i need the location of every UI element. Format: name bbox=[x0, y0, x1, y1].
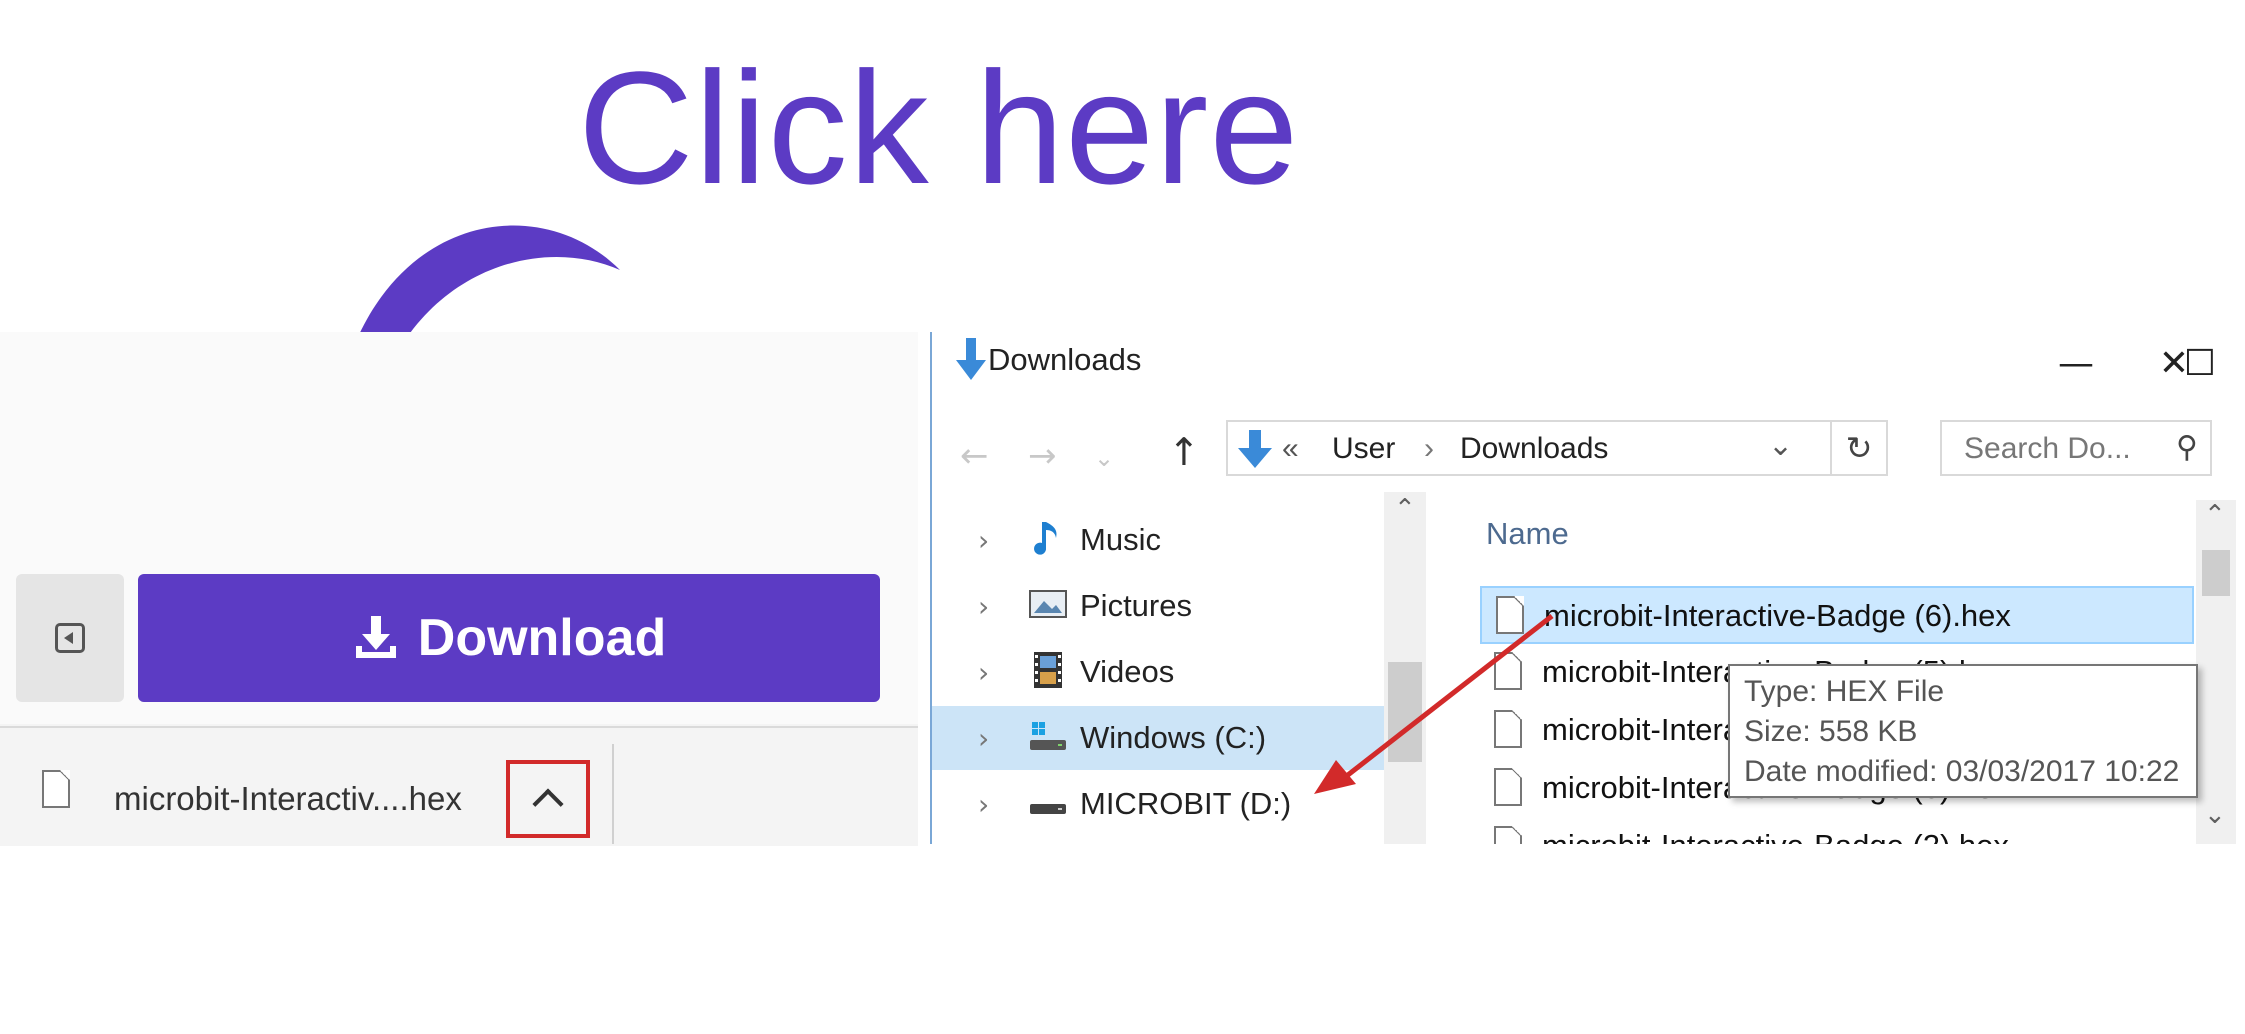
chevron-up-icon[interactable]: ⌃ bbox=[1394, 494, 1416, 524]
address-prefix: « bbox=[1282, 432, 1299, 465]
chevron-right-icon[interactable]: › bbox=[978, 590, 989, 623]
collapse-simulator-button[interactable] bbox=[16, 574, 124, 702]
chevron-down-icon[interactable]: ⌄ bbox=[1768, 428, 1793, 463]
shelf-divider bbox=[612, 744, 614, 844]
file-list-scrollbar[interactable]: ⌃ ⌄ bbox=[2196, 500, 2236, 844]
shelf-file-name[interactable]: microbit-Interactiv....hex bbox=[114, 780, 462, 818]
minimize-button[interactable]: — bbox=[2052, 346, 2100, 382]
chevron-right-icon[interactable]: › bbox=[978, 788, 989, 821]
address-segment-downloads[interactable]: Downloads bbox=[1460, 432, 1608, 466]
file-explorer-window: Downloads — ☐ ← → ⌄ ↑ « User › Downloads… bbox=[930, 332, 2242, 844]
search-icon: ⚲ bbox=[2176, 430, 2198, 465]
pictures-icon bbox=[1029, 590, 1067, 618]
address-separator: › bbox=[1424, 432, 1434, 465]
file-info-tooltip: Type: HEX File Size: 558 KB Date modifie… bbox=[1728, 664, 2198, 798]
chevron-up-icon[interactable]: ⌃ bbox=[2204, 500, 2226, 530]
file-name: microbit-Interactive-Badge (6).hex bbox=[1544, 598, 2011, 633]
up-button[interactable]: ↑ bbox=[1168, 430, 1200, 474]
videos-icon bbox=[1034, 652, 1062, 688]
tree-label: Videos bbox=[1080, 654, 1175, 689]
scroll-thumb[interactable] bbox=[2202, 550, 2230, 596]
downloads-arrow-icon bbox=[1238, 430, 1272, 468]
collapse-panel-icon bbox=[55, 623, 85, 653]
tree-label: Windows (C:) bbox=[1080, 720, 1267, 755]
usb-drive-icon bbox=[1030, 804, 1066, 814]
search-box[interactable]: Search Do... ⚲ bbox=[1940, 420, 2212, 476]
tree-item-music[interactable]: › Music bbox=[932, 508, 1386, 572]
music-icon bbox=[1034, 522, 1057, 555]
chevron-up-icon bbox=[532, 788, 564, 820]
address-bar[interactable]: « User › Downloads ⌄ bbox=[1226, 420, 1832, 476]
download-icon bbox=[355, 616, 396, 658]
file-row[interactable]: microbit-Interactive-Badge (2).hex bbox=[1480, 818, 2194, 844]
file-row[interactable]: microbit-Interactive-Badge (6).hex bbox=[1480, 586, 2194, 644]
window-title: Downloads bbox=[988, 342, 1142, 377]
download-label: Download bbox=[417, 609, 667, 667]
search-placeholder: Search Do... bbox=[1964, 432, 2131, 465]
chevron-right-icon[interactable]: › bbox=[978, 722, 989, 755]
downloads-arrow-icon bbox=[956, 338, 986, 380]
shelf-expand-button[interactable] bbox=[506, 760, 590, 838]
drag-arrow-icon bbox=[1314, 614, 1554, 794]
tree-label: MICROBIT (D:) bbox=[1080, 786, 1292, 821]
file-icon bbox=[1494, 826, 1522, 844]
tree-label: Pictures bbox=[1080, 588, 1192, 623]
close-button[interactable]: ✕ bbox=[2150, 346, 2198, 382]
back-button[interactable]: ← bbox=[960, 436, 989, 476]
tooltip-size: Size: 558 KB bbox=[1744, 715, 1918, 748]
drive-icon bbox=[1030, 722, 1066, 750]
chevron-down-icon[interactable]: ⌄ bbox=[2204, 800, 2226, 830]
address-segment-user[interactable]: User bbox=[1332, 432, 1395, 466]
recent-locations-button[interactable]: ⌄ bbox=[1094, 444, 1114, 472]
chevron-right-icon[interactable]: › bbox=[978, 656, 989, 689]
download-button[interactable]: Download bbox=[138, 574, 880, 702]
chevron-right-icon[interactable]: › bbox=[978, 524, 989, 557]
refresh-button[interactable]: ↻ bbox=[1832, 420, 1888, 476]
tooltip-date: Date modified: 03/03/2017 10:22 bbox=[1744, 755, 2180, 788]
column-header-name[interactable]: Name bbox=[1486, 516, 1569, 552]
tooltip-type: Type: HEX File bbox=[1744, 675, 1945, 708]
click-here-headline: Click here bbox=[578, 38, 1300, 217]
forward-button[interactable]: → bbox=[1028, 436, 1057, 476]
file-name: microbit-Interactive-Badge (2).hex bbox=[1542, 828, 2009, 844]
tree-label: Music bbox=[1080, 522, 1161, 557]
file-icon bbox=[42, 770, 70, 808]
